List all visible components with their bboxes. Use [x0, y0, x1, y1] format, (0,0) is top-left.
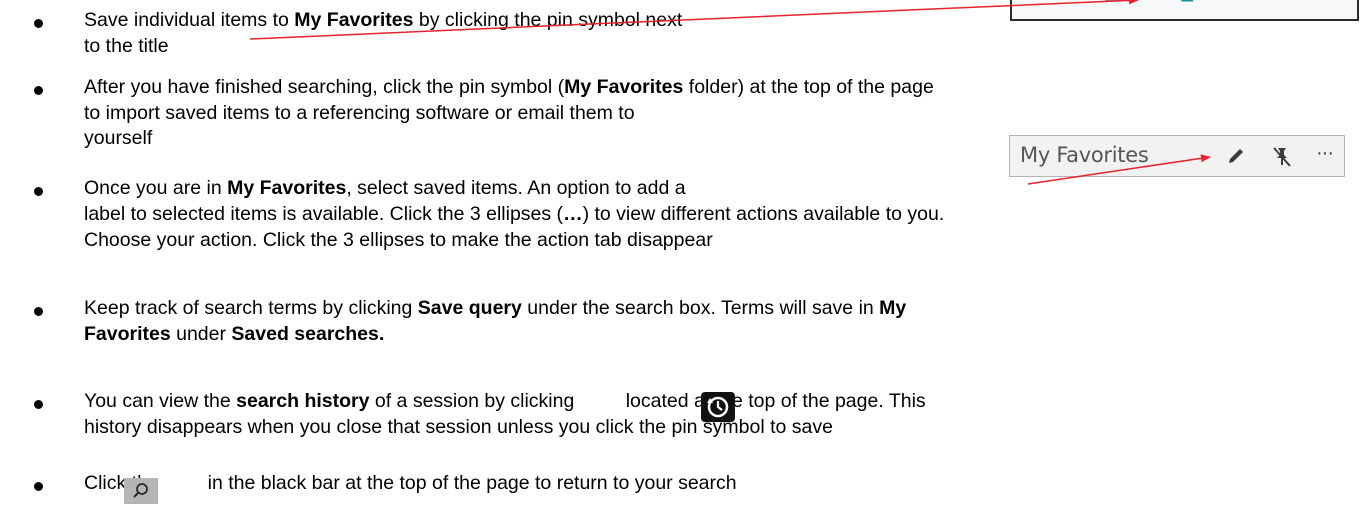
bullet-dot-1: [34, 19, 43, 28]
instruction-line: After you have finished searching, click…: [84, 75, 934, 99]
bullet-dot-3: [34, 187, 43, 196]
instruction-line: to import saved items to a referencing s…: [84, 101, 635, 125]
bullet-dot-4: [34, 307, 43, 316]
bold-text: …: [563, 203, 583, 225]
bold-text: My: [879, 297, 907, 319]
instruction-line: Favorites under Saved searches.: [84, 322, 384, 346]
instruction-line: Keep track of search terms by clicking S…: [84, 296, 906, 320]
bold-text: My Favorites: [294, 9, 414, 31]
instruction-line: to the title: [84, 34, 169, 58]
unpin-icon[interactable]: [1270, 145, 1294, 169]
text-segment: folder) at the top of the page: [683, 76, 934, 98]
text-segment: of a session by clicking: [369, 390, 580, 412]
instruction-line: yourself: [84, 126, 152, 150]
bullet-dot-6: [34, 482, 43, 491]
text-segment: Keep track of search terms by clicking: [84, 297, 418, 319]
bold-text: search history: [236, 390, 370, 412]
bold-text: Save query: [417, 297, 522, 319]
search-history-icon[interactable]: [701, 392, 735, 422]
pinned-item-screenshot: [1010, 0, 1359, 21]
text-segment: under: [170, 323, 232, 345]
instruction-line: Click the in the black bar at the top of…: [84, 471, 737, 495]
text-segment: label to selected items is available. Cl…: [84, 203, 564, 225]
text-segment: You can view the: [84, 390, 237, 412]
text-segment: to import saved items to a referencing s…: [84, 102, 635, 124]
instruction-line: You can view the search history of a ses…: [84, 389, 926, 413]
text-segment: to the title: [84, 35, 169, 57]
bold-text: Saved searches.: [231, 323, 385, 345]
text-segment: ) to view different actions available to…: [582, 203, 945, 225]
text-segment: Once you are in: [84, 177, 228, 199]
text-segment: Choose your action. Click the 3 ellipses…: [84, 229, 713, 251]
my-favorites-toolbar: My Favorites ···: [1009, 135, 1345, 177]
instruction-line: Choose your action. Click the 3 ellipses…: [84, 228, 713, 252]
text-segment: in the black bar at the top of the page …: [202, 472, 737, 494]
instruction-line: Once you are in My Favorites, select sav…: [84, 176, 686, 200]
text-segment: Save individual items to: [84, 9, 295, 31]
text-segment: After you have finished searching, click…: [84, 76, 565, 98]
text-segment: located at the top of the page. This: [625, 390, 926, 412]
bullet-dot-2: [34, 86, 43, 95]
instruction-line: Save individual items to My Favorites by…: [84, 8, 682, 32]
my-favorites-label[interactable]: My Favorites: [1020, 143, 1149, 167]
text-segment: under the search box. Terms will save in: [521, 297, 880, 319]
pencil-icon[interactable]: [1225, 145, 1247, 167]
text-segment: by clicking the pin symbol next: [413, 9, 683, 31]
instruction-line: label to selected items is available. Cl…: [84, 202, 944, 226]
toolbar-fragment-icon: [1030, 0, 1052, 4]
pin-icon[interactable]: [1179, 0, 1201, 4]
text-segment: , select saved items. An option to add a: [346, 177, 686, 199]
text-segment: yourself: [84, 127, 153, 149]
bold-text: My Favorites: [227, 177, 347, 199]
search-icon[interactable]: [124, 478, 158, 504]
bullet-dot-5: [34, 400, 43, 409]
more-actions-icon[interactable]: ···: [1316, 142, 1334, 165]
bold-text: My Favorites: [564, 76, 684, 98]
checkbox-fragment-icon: [1105, 0, 1125, 1]
bold-text: Favorites: [84, 323, 171, 345]
